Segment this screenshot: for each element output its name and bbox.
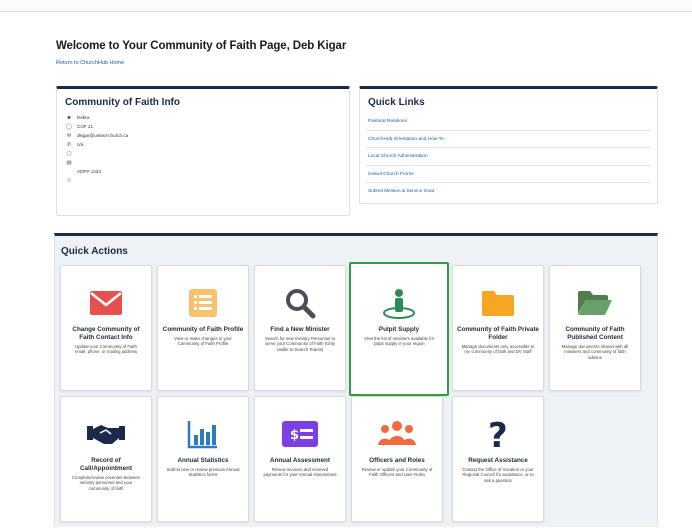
invoice-icon: $: [282, 421, 318, 447]
info-row-address: ADPP 1234: [77, 169, 101, 174]
info-list: ☻ Debra ◯ COF 21 ✉ dkigar@united-church.…: [57, 113, 349, 185]
tile-annual-assessment[interactable]: $ Annual Assessment Review invoices and …: [254, 396, 346, 522]
tile-annual-statistics[interactable]: Annual Statistics Submit new or review p…: [157, 396, 249, 522]
fax-icon: ▢: [66, 150, 72, 157]
tile-pulpit-supply[interactable]: Pulpit Supply View the list of ministers…: [349, 262, 449, 396]
phone-icon: ✆: [66, 141, 72, 148]
email-icon: ✉: [66, 132, 72, 139]
quick-links-panel: Quick Links Pastoral Relations ChurchHub…: [359, 86, 658, 204]
people-icon: [378, 421, 416, 445]
tile-officers-roles[interactable]: Officers and Roles Review or update your…: [351, 396, 443, 522]
quick-link-forms[interactable]: United Church Forms: [366, 166, 651, 183]
info-row-web: ☉: [64, 176, 349, 185]
top-bar: [0, 0, 692, 12]
tile-private-folder[interactable]: Community of Faith Private Folder Manage…: [452, 265, 544, 391]
pulpit-icon: [383, 289, 415, 319]
tile-record-of-call[interactable]: Record of Call/Appointment Complete/revi…: [60, 396, 152, 522]
tile-change-contact-info[interactable]: Change Community of Faith Contact Info U…: [60, 265, 152, 391]
tile-published-content[interactable]: Community of Faith Published Content Man…: [549, 265, 641, 391]
magnifier-icon: [286, 289, 316, 319]
tile-find-minister[interactable]: Find a New Minister Search for new minis…: [254, 265, 346, 391]
globe-icon: ☉: [66, 177, 72, 184]
svg-text:?: ?: [488, 416, 508, 452]
question-icon: ?: [488, 416, 508, 452]
svg-text:$: $: [290, 428, 299, 443]
quick-link-pastoral-relations[interactable]: Pastoral Relations: [366, 113, 651, 131]
person-icon: ☻: [66, 114, 72, 121]
info-row-email: ✉ dkigar@united-church.ca: [64, 131, 349, 140]
list-icon: [189, 289, 217, 317]
tile-community-profile[interactable]: Community of Faith Profile View or make …: [157, 265, 249, 391]
info-row-name: ☻ Debra: [64, 113, 349, 122]
quick-links-list: Pastoral Relations ChurchHub Orientation…: [366, 113, 651, 201]
info-row-id: ◯ COF 21: [65, 123, 94, 130]
open-folder-icon: [578, 291, 612, 315]
quick-link-mission-goal[interactable]: Submit Mission & Service Goal: [366, 183, 651, 201]
mail-icon: ▤: [66, 159, 72, 166]
quick-actions-title: Quick Actions: [61, 246, 128, 257]
info-row-fax: ▢: [64, 149, 349, 158]
bar-chart-icon: [187, 421, 217, 449]
info-panel-title: Community of Faith Info: [65, 97, 180, 108]
id-icon: ◯: [65, 123, 73, 130]
quick-actions-panel: Quick Actions Change Community of Faith …: [54, 233, 658, 527]
folder-icon: [482, 291, 514, 316]
info-panel: Community of Faith Info ☻ Debra ◯ COF 21…: [56, 86, 350, 216]
info-row-phone: ✆ n/a: [64, 140, 349, 149]
quick-links-title: Quick Links: [368, 97, 425, 108]
handshake-icon: [87, 425, 125, 444]
tile-request-assistance[interactable]: ? Request Assistance Contact the Office …: [452, 396, 544, 522]
page-title: Welcome to Your Community of Faith Page,…: [56, 40, 347, 52]
info-row-mail: ▤: [64, 158, 349, 167]
return-link[interactable]: Return to ChurchHub Home: [56, 60, 124, 66]
quick-link-local-admin[interactable]: Local Church Administration: [366, 148, 651, 166]
quick-link-orientation[interactable]: ChurchHub Orientation and How To: [366, 131, 651, 148]
envelope-icon: [90, 291, 122, 315]
